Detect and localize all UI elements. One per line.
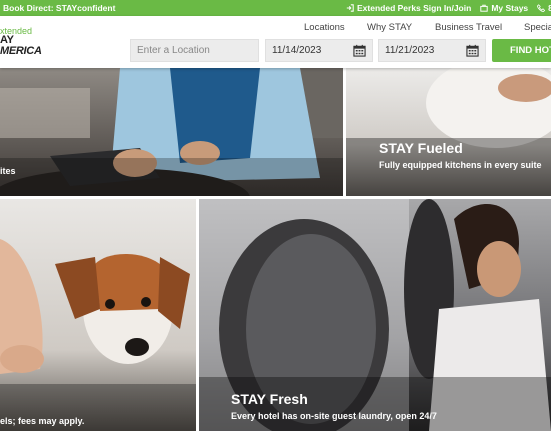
nav-locations[interactable]: Locations <box>304 22 345 33</box>
tile-pets-caption: els; fees may apply. <box>0 416 85 426</box>
tile-fueled-caption: STAY Fueled Fully equipped kitchens in e… <box>379 140 542 170</box>
perks-signin-link[interactable]: Extended Perks Sign In/Join <box>346 3 471 13</box>
tile-fresh-caption: STAY Fresh Every hotel has on-site guest… <box>231 391 437 421</box>
suitcase-icon <box>480 4 488 12</box>
checkout-date-input[interactable]: 11/21/2023 <box>378 39 486 62</box>
promo-tile-pets[interactable]: els; fees may apply. <box>0 199 196 431</box>
calendar-icon[interactable] <box>353 44 366 57</box>
calendar-icon[interactable] <box>466 44 479 57</box>
my-stays-label: My Stays <box>491 3 529 13</box>
promo-tile-work[interactable]: ites <box>0 68 343 196</box>
sign-in-icon <box>346 4 354 12</box>
nav-why-stay[interactable]: Why STAY <box>367 22 412 33</box>
tile-work-photo <box>0 68 343 196</box>
tile-fueled-subtitle: Fully equipped kitchens in every suite <box>379 160 542 170</box>
tile-fresh-subtitle: Every hotel has on-site guest laundry, o… <box>231 411 437 421</box>
location-input[interactable]: Enter a Location <box>130 39 259 62</box>
nav-business-travel[interactable]: Business Travel <box>435 22 502 33</box>
checkin-date-input[interactable]: 11/14/2023 <box>265 39 373 62</box>
phone-icon <box>537 4 546 12</box>
find-hotels-button[interactable]: FIND HOT <box>492 39 551 62</box>
perks-signin-label: Extended Perks Sign In/Join <box>357 3 472 13</box>
my-stays-link[interactable]: My Stays <box>480 3 528 13</box>
top-promo-bar: Book Direct: STAYconfident Extended Perk… <box>0 0 551 16</box>
nav-specials[interactable]: Specia <box>524 22 551 33</box>
phone-link[interactable]: 80 <box>537 3 551 13</box>
tile-fueled-photo <box>346 68 551 196</box>
promo-tile-fueled[interactable]: STAY Fueled Fully equipped kitchens in e… <box>346 68 551 196</box>
site-header: xtended AY MERICA Locations Why STAY Bus… <box>0 16 551 68</box>
promo-text[interactable]: Book Direct: STAYconfident <box>3 3 115 13</box>
promo-tile-fresh[interactable]: STAY Fresh Every hotel has on-site guest… <box>199 199 551 431</box>
tile-work-caption: ites <box>0 166 16 176</box>
tile-fueled-title: STAY Fueled <box>379 140 463 156</box>
tile-fresh-title: STAY Fresh <box>231 391 308 407</box>
tile-pets-photo <box>0 199 196 431</box>
